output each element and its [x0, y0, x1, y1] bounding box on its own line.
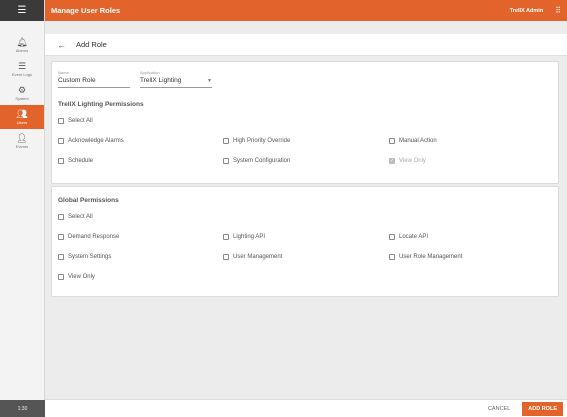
- checkbox-label: System Configuration: [233, 158, 291, 164]
- checkbox-icon[interactable]: [58, 254, 64, 260]
- name-field[interactable]: Name Custom Role: [58, 70, 130, 88]
- check-icon: ✓: [389, 157, 395, 164]
- add-role-button[interactable]: ADD ROLE: [522, 401, 563, 416]
- sidebar-item-events[interactable]: 👤︎ Events: [0, 129, 44, 153]
- checkbox-label: View Only: [68, 274, 95, 280]
- users-icon: 👥︎: [16, 109, 28, 119]
- trellx-permissions-card: Name Custom Role Application TrellX Ligh…: [51, 61, 559, 184]
- clock-readout: 1:30: [0, 400, 45, 417]
- sidebar-item-event-logs[interactable]: ☰ Event Logs: [0, 57, 44, 81]
- manual-action-checkbox[interactable]: Manual Action: [389, 138, 437, 144]
- high-priority-override-checkbox[interactable]: High Priority Override: [223, 138, 290, 144]
- user-role-management-checkbox[interactable]: User Role Management: [389, 254, 462, 260]
- checkbox-icon[interactable]: [58, 234, 64, 240]
- app-title: Manage User Roles: [51, 6, 121, 15]
- sidebar-item-label: Alarms: [15, 48, 29, 53]
- checkbox-label: View Only: [399, 158, 426, 164]
- user-upload-icon: 👤︎: [16, 133, 28, 143]
- checkbox-icon[interactable]: [223, 158, 229, 164]
- cancel-button[interactable]: CANCEL: [488, 406, 510, 412]
- sidebar-item-label: Users: [16, 120, 28, 125]
- demand-response-checkbox[interactable]: Demand Response: [58, 234, 119, 240]
- locate-api-checkbox[interactable]: Locate API: [389, 234, 428, 240]
- checkbox-label: User Role Management: [399, 254, 463, 260]
- sidebar: ☰ 🔔︎ Alarms ☰ Event Logs ⚙ System 👥︎ Use…: [0, 0, 45, 417]
- checkbox-icon[interactable]: [389, 254, 395, 260]
- global-select-all-checkbox[interactable]: Select All: [58, 214, 93, 220]
- apps-grid-icon[interactable]: ⠿: [555, 6, 561, 15]
- sidebar-item-users[interactable]: 👥︎ Users: [0, 105, 44, 129]
- page-header: ← Add Role: [45, 34, 567, 56]
- checkbox-label: High Priority Override: [233, 138, 291, 144]
- sidebar-item-system[interactable]: ⚙ System: [0, 81, 44, 105]
- lighting-api-checkbox[interactable]: Lighting API: [223, 234, 265, 240]
- chevron-down-icon[interactable]: ▼: [207, 78, 212, 84]
- trellx-select-all-checkbox[interactable]: Select All: [58, 118, 93, 124]
- acknowledge-alarms-checkbox[interactable]: Acknowledge Alarms: [58, 138, 124, 144]
- checkbox-label: Demand Response: [68, 234, 120, 240]
- checkbox-icon[interactable]: [223, 234, 229, 240]
- name-field-label: Name: [58, 70, 69, 75]
- checkbox-icon[interactable]: [58, 118, 64, 124]
- checkbox-label: Acknowledge Alarms: [68, 138, 124, 144]
- trellx-view-only-checkbox: ✓ View Only: [389, 158, 426, 164]
- checkbox-icon[interactable]: [389, 138, 395, 144]
- action-footer: CANCEL ADD ROLE: [45, 399, 567, 417]
- checkbox-icon[interactable]: [58, 214, 64, 220]
- checkbox-label: Manual Action: [399, 138, 437, 144]
- checkbox-icon[interactable]: [389, 234, 395, 240]
- menu-button[interactable]: ☰: [0, 0, 44, 21]
- checkbox-icon[interactable]: [58, 158, 64, 164]
- name-field-value[interactable]: Custom Role: [58, 77, 96, 84]
- application-select-label: Application: [140, 70, 160, 75]
- global-view-only-checkbox[interactable]: View Only: [58, 274, 95, 280]
- checkbox-label: Select All: [68, 214, 93, 220]
- sidebar-item-label: Events: [15, 144, 29, 149]
- back-arrow-icon[interactable]: ←: [57, 40, 66, 50]
- hamburger-icon: ☰: [17, 5, 27, 16]
- checkbox-label: Locate API: [399, 234, 429, 240]
- checkbox-label: Lighting API: [233, 234, 266, 240]
- system-configuration-checkbox[interactable]: System Configuration: [223, 158, 290, 164]
- checkbox-label: Schedule: [68, 158, 94, 164]
- bell-icon: 🔔︎: [16, 37, 28, 47]
- checkbox-label: Select All: [68, 118, 93, 124]
- checkbox-icon[interactable]: [58, 138, 64, 144]
- global-permissions-title: Global Permissions: [58, 197, 119, 204]
- user-management-checkbox[interactable]: User Management: [223, 254, 282, 260]
- sidebar-item-alarms[interactable]: 🔔︎ Alarms: [0, 33, 44, 57]
- app-header: Manage User Roles TrellX Admin ⠿: [45, 0, 567, 21]
- system-settings-checkbox[interactable]: System Settings: [58, 254, 111, 260]
- checkbox-label: User Management: [233, 254, 283, 260]
- application-select-value[interactable]: TrellX Lighting: [140, 77, 181, 84]
- page-title: Add Role: [76, 40, 107, 49]
- schedule-checkbox[interactable]: Schedule: [58, 158, 93, 164]
- user-menu[interactable]: TrellX Admin: [510, 8, 543, 14]
- checkbox-icon[interactable]: [223, 254, 229, 260]
- sidebar-item-label: System: [15, 96, 29, 101]
- global-permissions-card: Global Permissions Select All Demand Res…: [51, 186, 559, 297]
- checkbox-icon[interactable]: [58, 274, 64, 280]
- checkbox-icon[interactable]: [223, 138, 229, 144]
- trellx-permissions-title: TrellX Lighting Permissions: [58, 101, 144, 108]
- application-select[interactable]: Application TrellX Lighting ▼: [140, 70, 212, 88]
- gear-icon: ⚙: [17, 85, 27, 95]
- sidebar-item-label: Event Logs: [11, 72, 32, 77]
- checkbox-label: System Settings: [68, 254, 112, 260]
- list-icon: ☰: [17, 61, 27, 71]
